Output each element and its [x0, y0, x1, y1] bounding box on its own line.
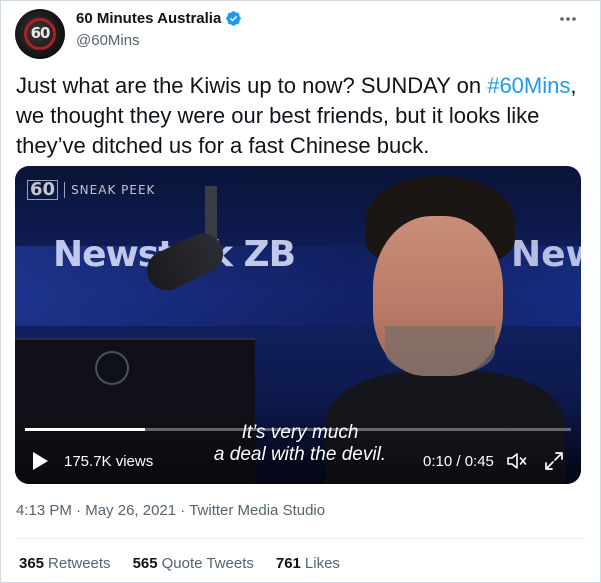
video-progress-bar[interactable]	[25, 428, 571, 431]
author-block: 60 Minutes Australia @60Mins	[76, 10, 242, 49]
fullscreen-icon[interactable]	[544, 451, 564, 471]
view-count: 175.7K views	[64, 453, 154, 470]
quotes-count: 565	[132, 555, 158, 572]
monitor-logo	[95, 351, 129, 385]
meta-separator-2: ·	[180, 502, 190, 519]
watermark-separator	[64, 182, 66, 198]
quotes-label: Quote Tweets	[161, 555, 254, 572]
avatar-logo-text: 60	[30, 24, 51, 42]
user-handle[interactable]: @60Mins	[76, 32, 242, 49]
video-player[interactable]: Newstalk ZB News 60 SNEAK PEEK It’s very…	[15, 166, 581, 484]
hashtag-link[interactable]: #60Mins	[487, 73, 570, 98]
video-time: 0:10 / 0:45	[423, 453, 494, 470]
author-name-row: 60 Minutes Australia	[76, 10, 242, 27]
play-icon[interactable]	[31, 451, 49, 471]
subtitle-line-2: a deal with the devil.	[213, 444, 387, 465]
video-watermark: 60 SNEAK PEEK	[27, 180, 155, 200]
display-name[interactable]: 60 Minutes Australia	[76, 10, 221, 27]
tweet-date[interactable]: May 26, 2021	[85, 502, 176, 519]
retweets-label: Retweets	[48, 555, 111, 572]
retweets-stat[interactable]: 365 Retweets	[19, 555, 111, 572]
tweet-card: 60 60 Minutes Australia @60Mins Just wha…	[0, 0, 601, 583]
likes-stat[interactable]: 761 Likes	[276, 555, 340, 572]
verified-badge-icon	[225, 10, 242, 27]
tweet-source[interactable]: Twitter Media Studio	[189, 502, 325, 519]
avatar[interactable]: 60	[15, 9, 65, 59]
subtitle-line-1: It’s very much	[241, 422, 359, 443]
likes-count: 761	[275, 555, 301, 572]
volume-icon[interactable]	[506, 451, 528, 471]
engagement-stats: 365 Retweets 565 Quote Tweets 761 Likes	[19, 555, 340, 572]
watermark-label: SNEAK PEEK	[71, 183, 156, 197]
tweet-meta: 4:13 PM · May 26, 2021 · Twitter Media S…	[16, 502, 325, 519]
more-options-icon[interactable]	[556, 9, 580, 29]
quotes-stat[interactable]: 565 Quote Tweets	[133, 555, 254, 572]
divider	[16, 538, 586, 539]
tweet-time[interactable]: 4:13 PM	[16, 502, 72, 519]
interviewee-beard	[385, 326, 495, 376]
likes-label: Likes	[304, 555, 340, 572]
retweets-count: 365	[19, 555, 45, 572]
watermark-logo: 60	[27, 180, 59, 200]
tweet-text: Just what are the Kiwis up to now? SUNDA…	[16, 71, 586, 161]
tweet-text-before: Just what are the Kiwis up to now? SUNDA…	[16, 73, 488, 98]
meta-separator-1: ·	[76, 502, 86, 519]
video-progress-fill	[25, 428, 146, 431]
